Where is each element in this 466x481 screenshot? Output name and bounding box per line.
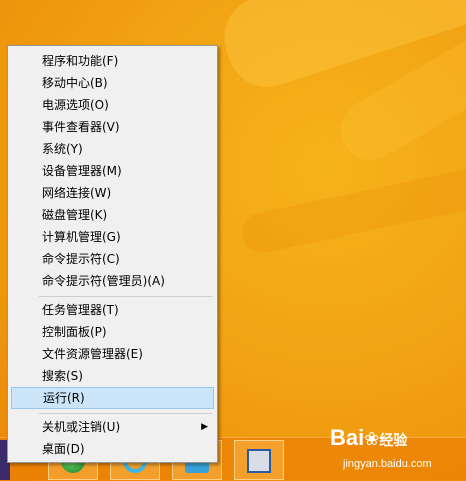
menu-item-command-prompt-admin[interactable]: 命令提示符(管理员)(A) xyxy=(11,270,214,292)
menu-item-event-viewer[interactable]: 事件查看器(V) xyxy=(11,116,214,138)
watermark-url: jingyan.baidu.com xyxy=(343,458,432,470)
menu-item-run[interactable]: 运行(R) xyxy=(11,387,214,409)
menu-item-power-options[interactable]: 电源选项(O) xyxy=(11,94,214,116)
menu-item-device-manager[interactable]: 设备管理器(M) xyxy=(11,160,214,182)
menu-item-search[interactable]: 搜索(S) xyxy=(11,365,214,387)
submenu-arrow-icon: ▶ xyxy=(201,422,208,432)
menu-item-mobility-center[interactable]: 移动中心(B) xyxy=(11,72,214,94)
watermark: Bai❀经验 xyxy=(330,425,407,451)
menu-item-shutdown-signout[interactable]: 关机或注销(U) ▶ xyxy=(11,416,214,438)
menu-item-disk-management[interactable]: 磁盘管理(K) xyxy=(11,204,214,226)
menu-item-task-manager[interactable]: 任务管理器(T) xyxy=(11,299,214,321)
menu-item-network-connections[interactable]: 网络连接(W) xyxy=(11,182,214,204)
menu-item-file-explorer[interactable]: 文件资源管理器(E) xyxy=(11,343,214,365)
menu-item-desktop[interactable]: 桌面(D) xyxy=(11,438,214,460)
context-menu: 程序和功能(F) 移动中心(B) 电源选项(O) 事件查看器(V) 系统(Y) … xyxy=(7,45,218,463)
paw-icon: ❀ xyxy=(364,429,380,450)
menu-item-computer-management[interactable]: 计算机管理(G) xyxy=(11,226,214,248)
watermark-brand2: 经验 xyxy=(379,433,408,449)
watermark-brand: Bai xyxy=(330,425,365,450)
menu-item-system[interactable]: 系统(Y) xyxy=(11,138,214,160)
desktop-streak xyxy=(329,9,466,171)
menu-item-control-panel[interactable]: 控制面板(P) xyxy=(11,321,214,343)
menu-item-command-prompt[interactable]: 命令提示符(C) xyxy=(11,248,214,270)
menu-item-programs-features[interactable]: 程序和功能(F) xyxy=(11,50,214,72)
menu-separator xyxy=(39,413,212,414)
menu-separator xyxy=(39,296,212,297)
computer-icon xyxy=(247,449,271,473)
desktop-streak xyxy=(238,163,466,257)
desktop-streak xyxy=(213,0,466,98)
menu-item-shutdown-label: 关机或注销(U) xyxy=(42,420,121,434)
taskbar-app-computer[interactable] xyxy=(234,440,284,480)
